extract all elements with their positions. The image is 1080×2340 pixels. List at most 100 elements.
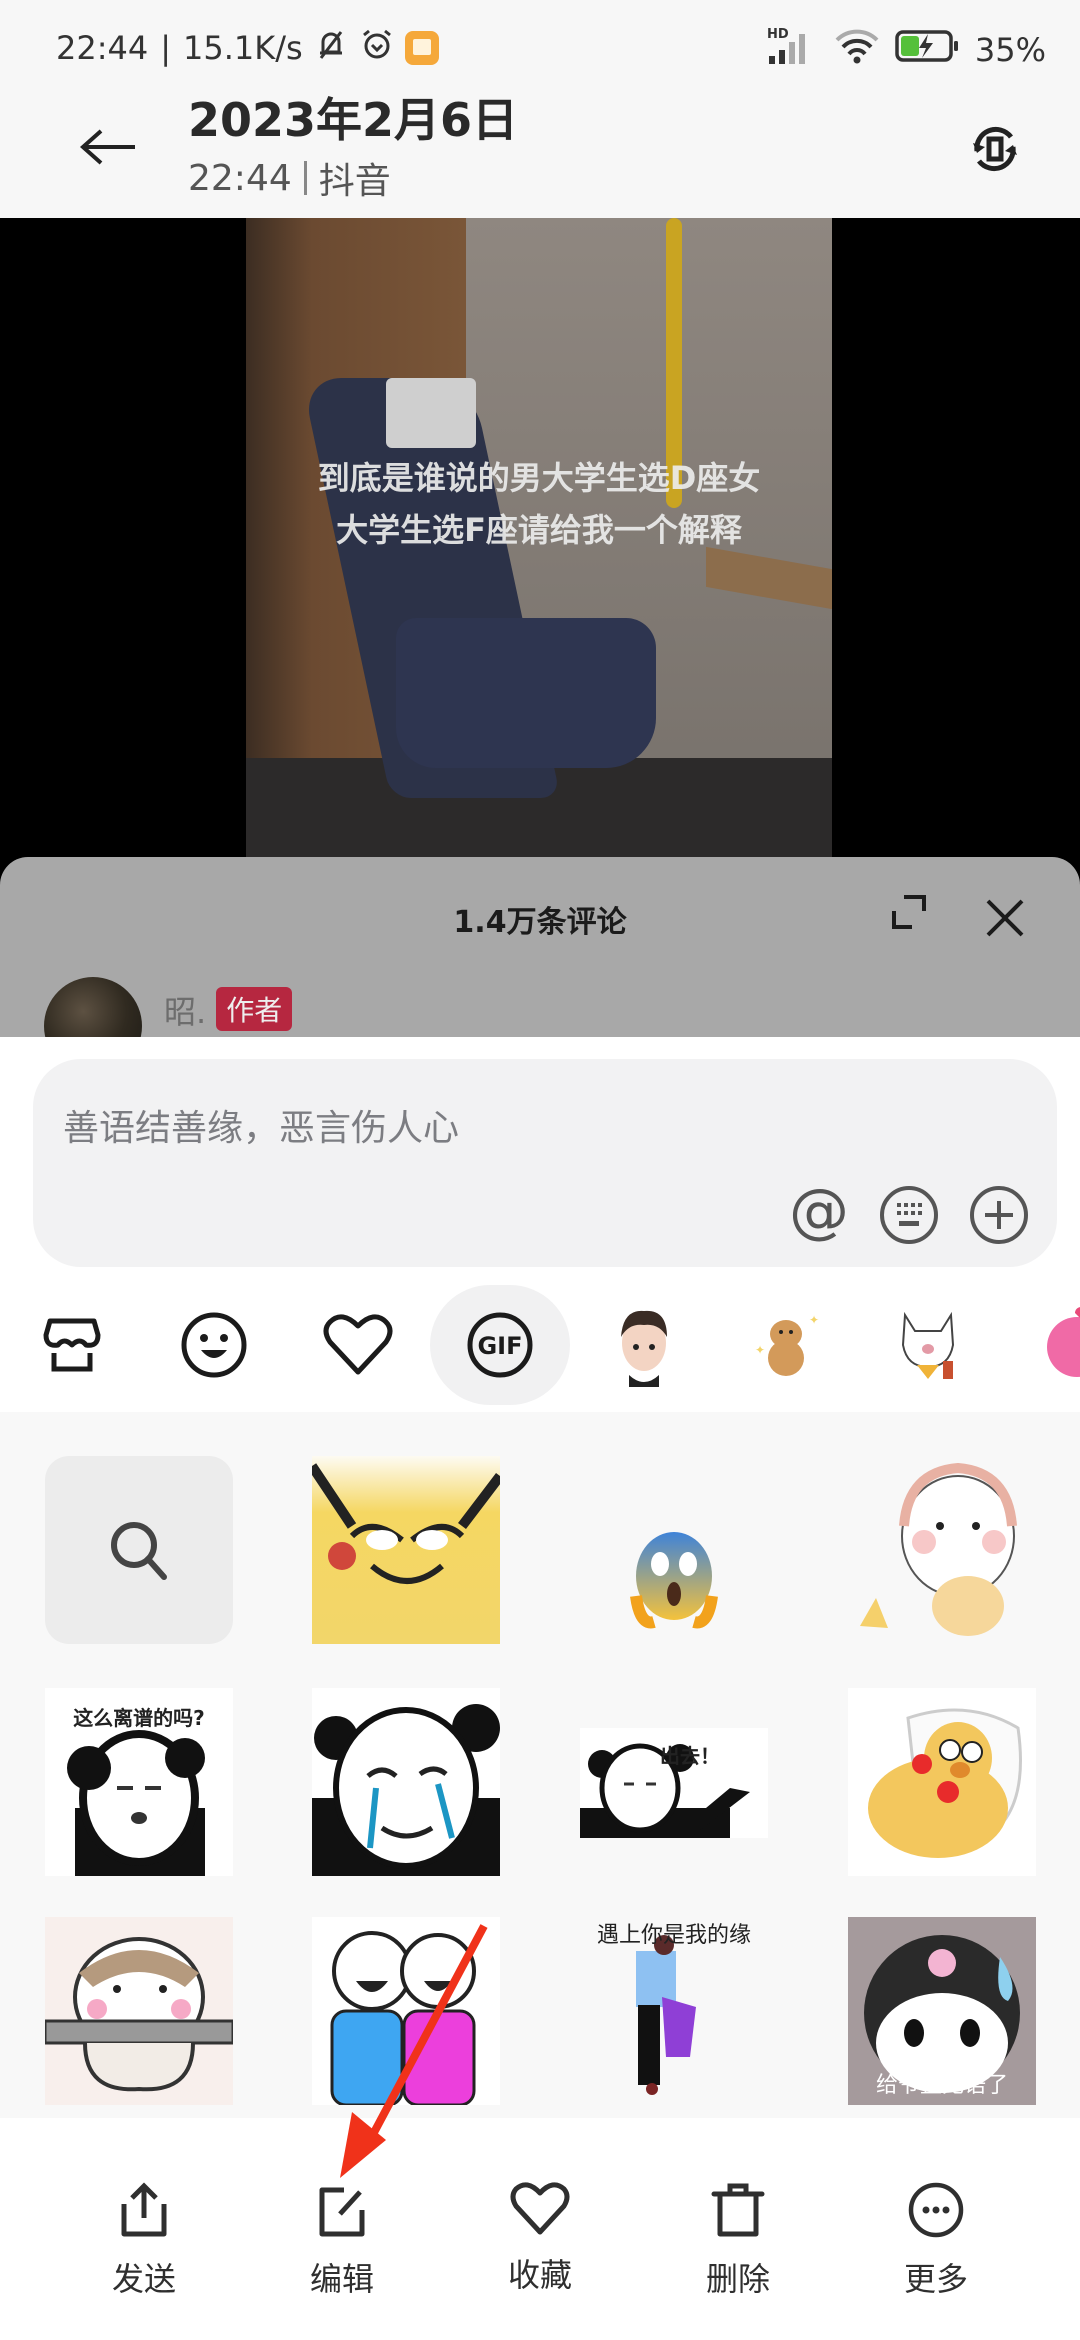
- scream-emoji-sticker: [580, 1456, 768, 1644]
- at-icon: @: [789, 1183, 849, 1246]
- status-right: HD 35%: [767, 26, 1046, 74]
- status-time: 22:44: [56, 29, 149, 67]
- avatar-sticker-pack-icon: [621, 1310, 667, 1387]
- network-speed: 15.1K/s: [183, 29, 303, 67]
- svg-text:HD: HD: [767, 27, 789, 42]
- comment-input-placeholder: 善语结善缘，恶言伤人心: [63, 1108, 460, 1149]
- video-frame[interactable]: 到底是谁说的男大学生选D座女 大学生选F座请给我一个解释: [246, 218, 832, 858]
- sticker-item[interactable]: 给爷整无语了: [848, 1917, 1036, 2105]
- tab-dog-sticker-pack[interactable]: [858, 1285, 998, 1405]
- edit-button[interactable]: 编辑: [272, 2180, 412, 2300]
- smiley-icon: [181, 1312, 247, 1378]
- heart-icon: [323, 1314, 393, 1375]
- close-icon: [986, 899, 1024, 937]
- comment-input[interactable]: 善语结善缘，恶言伤人心 @: [33, 1059, 1057, 1267]
- mute-bell-icon: [313, 26, 349, 70]
- more-button[interactable]: 更多: [866, 2180, 1006, 2300]
- mention-button[interactable]: @: [787, 1183, 851, 1247]
- sticker-item[interactable]: 这么离谱的吗?: [45, 1688, 233, 1876]
- sticker-search-button[interactable]: [45, 1456, 233, 1644]
- commenter-name[interactable]: 昭.: [164, 987, 206, 1033]
- battery-charging-icon: [895, 28, 961, 72]
- sticker-item[interactable]: [312, 1917, 500, 2105]
- more-icon: [908, 2182, 964, 2238]
- sticker-item[interactable]: 遇上你是我的缘: [580, 1917, 768, 2105]
- expand-icon: [892, 895, 926, 929]
- video-scene-headrest: [386, 378, 476, 448]
- panda-crying-sticker: [312, 1688, 500, 1876]
- tab-favorites[interactable]: [288, 1285, 428, 1405]
- input-actions: @: [787, 1183, 1031, 1247]
- rotate-screen-button[interactable]: [960, 114, 1030, 184]
- send-label: 发送: [111, 2260, 176, 2298]
- pikachu-smirk-sticker: [312, 1456, 500, 1644]
- sticker-item[interactable]: [312, 1456, 500, 1644]
- svg-text:✦: ✦: [809, 1313, 819, 1327]
- author-badge: 作者: [216, 987, 293, 1031]
- tab-store[interactable]: [2, 1285, 142, 1405]
- page-subtitle: 22:44 抖音: [188, 152, 391, 204]
- favorite-button[interactable]: 收藏: [470, 2180, 610, 2296]
- alarm-icon: [359, 26, 395, 70]
- comment-sheet: 1.4万条评论 昭. 作者: [0, 857, 1080, 1037]
- video-caption-line-1: 到底是谁说的男大学生选D座女: [317, 459, 761, 497]
- sticker-item[interactable]: [312, 1688, 500, 1876]
- share-icon: [121, 2182, 167, 2237]
- tab-bear-sticker-pack[interactable]: ✦ ✦: [716, 1285, 856, 1405]
- sticker-item[interactable]: [45, 1917, 233, 2105]
- svg-text:✦: ✦: [755, 1343, 765, 1357]
- edit-icon: [319, 2187, 365, 2237]
- emoji-tab-bar: GIF ✦ ✦: [0, 1285, 1080, 1405]
- send-button[interactable]: 发送: [74, 2180, 214, 2300]
- back-button[interactable]: [74, 112, 144, 182]
- rotate-screen-icon: [973, 126, 1017, 172]
- gif-icon: GIF: [467, 1312, 533, 1378]
- panda-get-out-sticker: 出去！: [580, 1688, 768, 1876]
- tab-emoji[interactable]: [144, 1285, 284, 1405]
- sticker-item[interactable]: [580, 1456, 768, 1644]
- edit-label: 编辑: [309, 2260, 374, 2298]
- tab-pink-sticker-pack[interactable]: [1000, 1285, 1080, 1405]
- subtitle-divider: [303, 161, 307, 195]
- delete-button[interactable]: 删除: [668, 2180, 808, 2300]
- wifi-icon: [833, 26, 881, 74]
- kuromi-speechless-sticker: 给爷整无语了: [848, 1917, 1036, 2105]
- svg-text:GIF: GIF: [477, 1332, 522, 1360]
- plus-icon: [970, 1186, 1028, 1244]
- page-title: 2023年2月6日: [188, 93, 519, 147]
- tab-gif[interactable]: GIF: [430, 1285, 570, 1405]
- add-button[interactable]: [967, 1183, 1031, 1247]
- arrow-left-icon: [79, 129, 135, 165]
- sticker-item[interactable]: 出去！: [580, 1688, 768, 1876]
- duck-pillow-sticker: [848, 1688, 1036, 1876]
- store-icon: [43, 1318, 101, 1372]
- status-bar: 22:44 | 15.1K/s HD 35%: [0, 22, 1080, 74]
- status-separator: |: [160, 29, 171, 67]
- avatar[interactable]: [44, 977, 142, 1037]
- panda-question-sticker: 这么离谱的吗?: [45, 1688, 233, 1876]
- video-player[interactable]: 到底是谁说的男大学生选D座女 大学生选F座请给我一个解释: [0, 218, 1080, 858]
- video-caption: 到底是谁说的男大学生选D座女 大学生选F座请给我一个解释: [246, 452, 832, 556]
- keyboard-button[interactable]: [877, 1183, 941, 1247]
- app-notification-icon: [404, 31, 439, 65]
- video-caption-line-2: 大学生选F座请给我一个解释: [336, 511, 742, 549]
- signal-icon: HD: [767, 26, 819, 74]
- close-comments-button[interactable]: [978, 891, 1032, 945]
- header: 2023年2月6日 22:44 抖音: [0, 78, 1080, 218]
- dancing-couple-sticker: 遇上你是我的缘: [580, 1917, 768, 2105]
- sticker-item[interactable]: [848, 1456, 1036, 1644]
- bear-sticker-pack-icon: ✦✦: [755, 1313, 819, 1376]
- tab-avatar-sticker-pack[interactable]: [574, 1285, 714, 1405]
- favorite-label: 收藏: [507, 2256, 572, 2294]
- sticker-item[interactable]: [848, 1688, 1036, 1876]
- expand-button[interactable]: [890, 893, 940, 943]
- dog-sticker-pack-icon: [901, 1311, 955, 1379]
- battery-percent: 35%: [974, 31, 1046, 69]
- video-scene-seat-cushion: [396, 618, 656, 768]
- comment-item[interactable]: 昭. 作者: [44, 977, 293, 1037]
- search-icon: [111, 1522, 167, 1580]
- two-friends-sticker: [312, 1917, 500, 2105]
- hamster-bar-sticker: [45, 1917, 233, 2105]
- trash-icon: [711, 2183, 765, 2237]
- sticker-grid: 这么离谱的吗? 出去！ 遇上你是我的缘 给爷整无语了: [0, 1412, 1080, 2122]
